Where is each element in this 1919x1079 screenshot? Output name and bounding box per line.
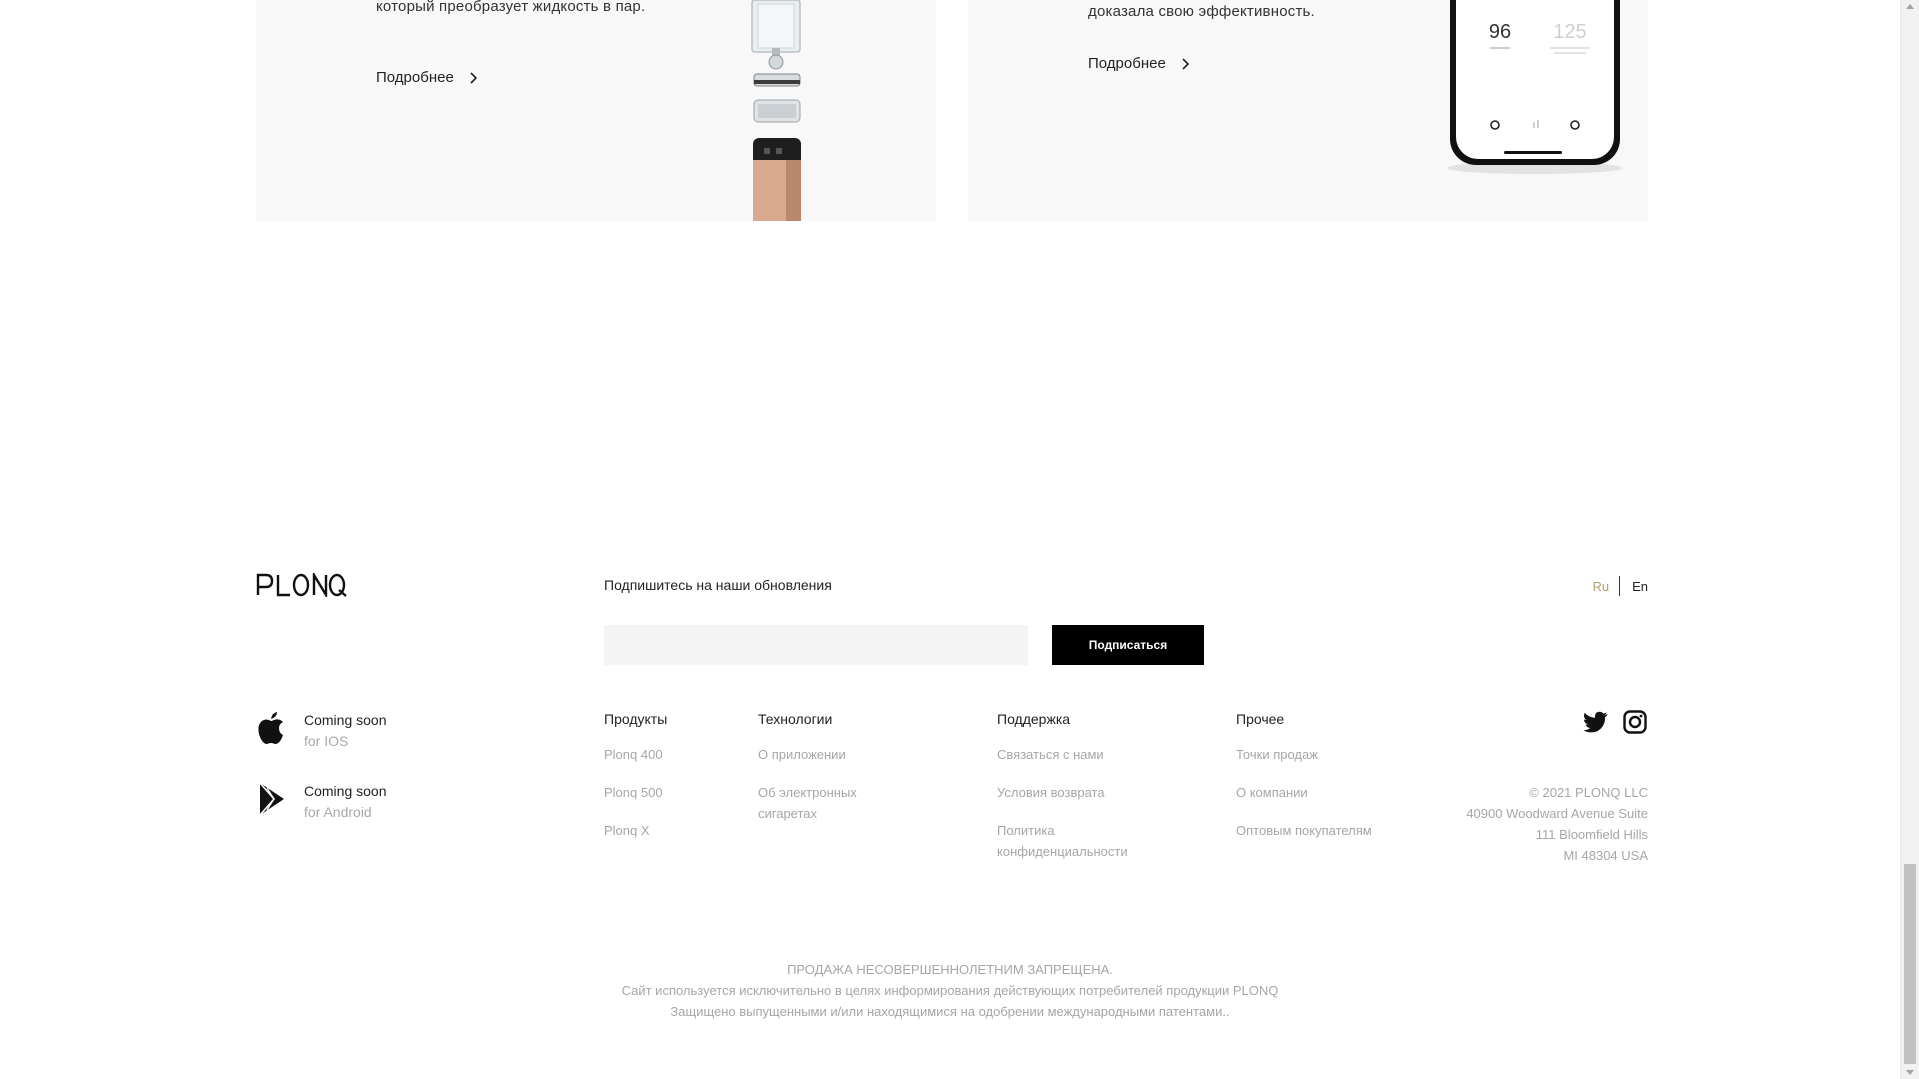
legal-line: ПРОДАЖА НЕСОВЕРШЕННОЛЕТНИМ ЗАПРЕЩЕНА. — [787, 962, 1113, 977]
more-link-label: Подробнее — [376, 69, 454, 86]
scroll-up-arrow-icon[interactable] — [1906, 4, 1914, 9]
address-line: 40900 Woodward Avenue Suite — [1466, 806, 1648, 821]
apple-icon — [258, 712, 283, 744]
chevron-right-icon — [1182, 57, 1189, 70]
footer-link[interactable]: Условия возврата — [997, 782, 1177, 803]
address-line: MI 48304 USA — [1563, 848, 1648, 863]
company-address: © 2021 PLONQ LLC 40900 Woodward Avenue S… — [1466, 782, 1648, 866]
language-switcher: Ru En — [1592, 576, 1648, 596]
page: который преобразует жидкость в пар. Подр… — [0, 0, 1900, 1079]
scrollbar-thumb[interactable] — [1904, 864, 1916, 1064]
app-ios-line2: for IOS — [304, 733, 349, 749]
app-android-line2: for Android — [304, 804, 372, 820]
footer-link[interactable]: Связаться с нами — [997, 744, 1177, 765]
footer-link[interactable]: Точки продаж — [1236, 744, 1416, 765]
card-description: который преобразует жидкость в пар. — [376, 0, 646, 15]
footer-column-title: Технологии — [758, 711, 833, 727]
more-link-label: Подробнее — [1088, 55, 1166, 72]
twitter-icon[interactable] — [1583, 710, 1609, 734]
feature-card-device: который преобразует жидкость в пар. Подр… — [256, 0, 936, 221]
legal-notice: ПРОДАЖА НЕСОВЕРШЕННОЛЕТНИМ ЗАПРЕЩЕНА. Са… — [0, 959, 1900, 1022]
footer-column-other: Прочее Точки продаж О компании Оптовым п… — [1236, 711, 1416, 858]
more-link[interactable]: Подробнее — [1088, 55, 1190, 72]
legal-line: Сайт используется исключительно в целях … — [621, 983, 1279, 998]
footer-link[interactable]: Политика конфиденциальности — [997, 820, 1147, 862]
scroll-down-arrow-icon[interactable] — [1906, 1070, 1914, 1075]
subscribe-button[interactable]: Подписаться — [1052, 625, 1204, 665]
app-android-badge[interactable]: Coming soon for Android — [256, 781, 387, 823]
chevron-right-icon — [470, 71, 477, 84]
footer-column-title: Продукты — [604, 711, 668, 727]
footer-column-title: Прочее — [1236, 711, 1285, 727]
footer-column-technologies: Технологии О приложении Об электронных с… — [758, 711, 908, 841]
app-ios-badge[interactable]: Coming soon for IOS — [256, 710, 387, 752]
lang-en[interactable]: En — [1620, 579, 1648, 594]
footer-link[interactable]: Plonq 500 — [604, 782, 744, 803]
footer-column-title: Поддержка — [997, 711, 1071, 727]
feature-card-app: доказала свою эффективность. Подробнее 9… — [968, 0, 1648, 221]
instagram-icon[interactable] — [1622, 710, 1648, 734]
footer-link[interactable]: Plonq X — [604, 820, 744, 841]
device-illustration — [751, 0, 801, 221]
footer-link[interactable]: О приложении — [758, 744, 908, 765]
legal-line: Защищено выпущенными и/или находящимися … — [670, 1004, 1230, 1019]
app-android-text: Coming soon for Android — [304, 781, 387, 823]
app-android-line1: Coming soon — [304, 783, 387, 799]
phone-value-right: 125 — [1553, 21, 1586, 43]
footer-link[interactable]: Plonq 400 — [604, 744, 744, 765]
address-line: © 2021 PLONQ LLC — [1529, 785, 1648, 800]
app-ios-text: Coming soon for IOS — [304, 710, 387, 752]
brand-logo[interactable] — [256, 573, 348, 597]
more-link[interactable]: Подробнее — [376, 69, 478, 86]
vertical-scrollbar[interactable] — [1900, 0, 1919, 1079]
footer-link[interactable]: Оптовым покупателям — [1236, 820, 1416, 841]
footer-link[interactable]: Об электронных сигаретах — [758, 782, 878, 824]
phone-value-left: 96 — [1489, 21, 1511, 43]
app-ios-line1: Coming soon — [304, 712, 387, 728]
social-links — [1583, 710, 1648, 734]
phone-illustration: 96 125 — [1447, 0, 1623, 174]
google-play-icon — [259, 782, 284, 816]
lang-ru[interactable]: Ru — [1592, 579, 1619, 594]
footer-column-products: Продукты Plonq 400 Plonq 500 Plonq X — [604, 711, 744, 858]
address-line: 111 Bloomfield Hills — [1535, 827, 1648, 842]
footer-link[interactable]: О компании — [1236, 782, 1416, 803]
card-description: доказала свою эффективность. — [1088, 3, 1315, 20]
footer-column-support: Поддержка Связаться с нами Условия возвр… — [997, 711, 1177, 879]
subscribe-title: Подпишитесь на наши обновления — [604, 577, 832, 593]
email-field[interactable] — [604, 625, 1028, 665]
